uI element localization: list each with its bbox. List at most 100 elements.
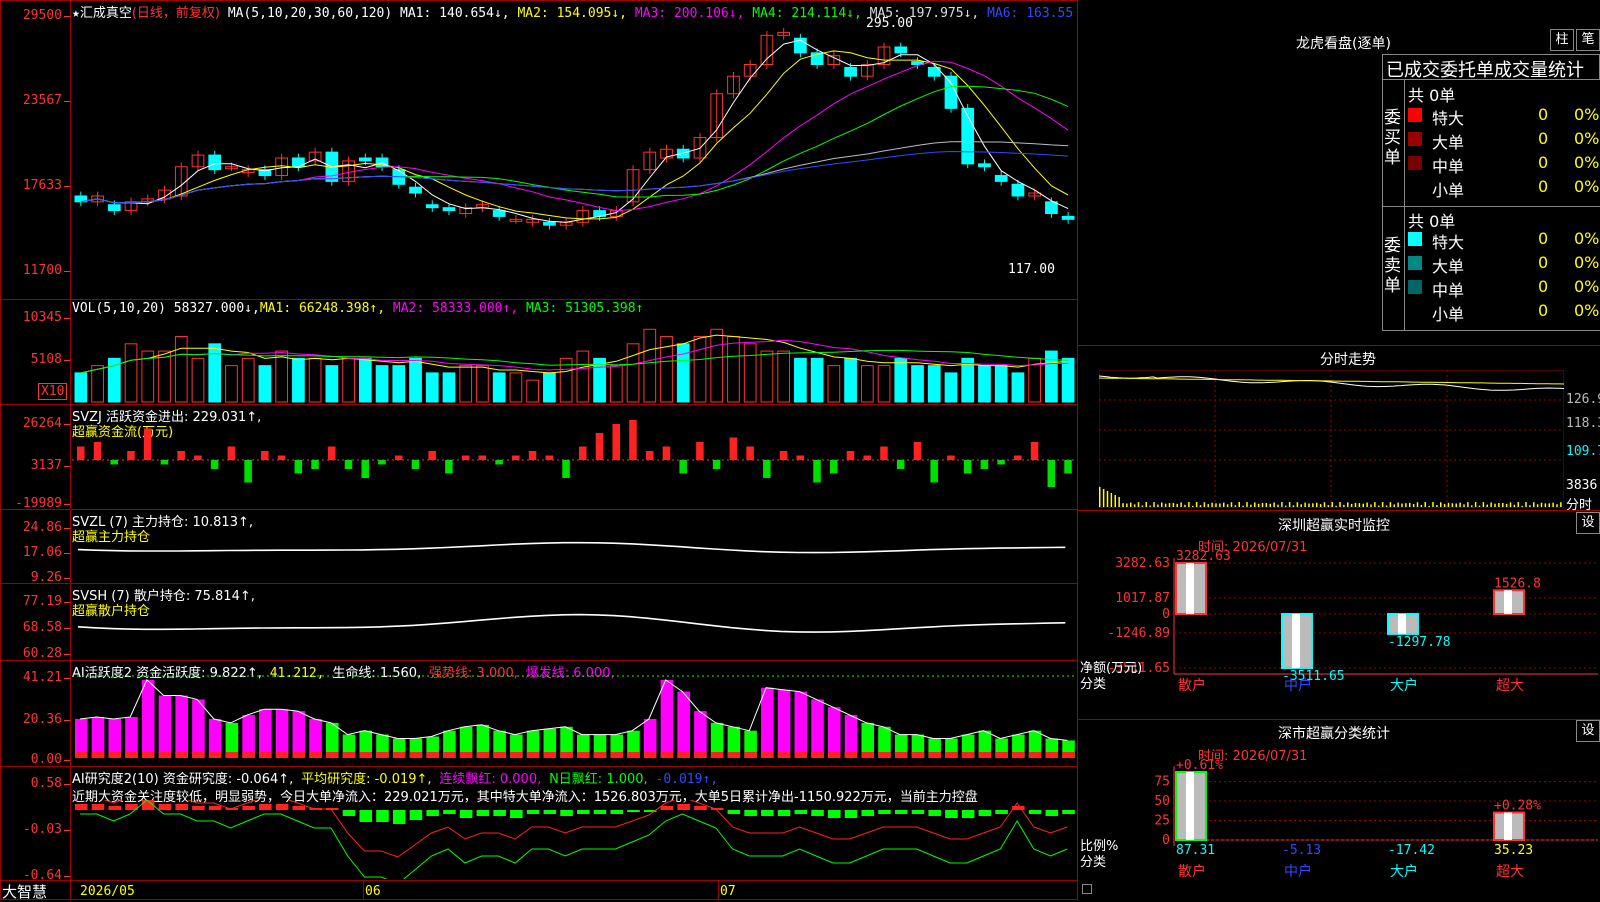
intraday-volume bbox=[1347, 502, 1349, 507]
flow-bar bbox=[562, 460, 570, 478]
intraday-volume bbox=[1409, 502, 1411, 507]
research-bar bbox=[861, 810, 875, 816]
activity-bar bbox=[275, 709, 289, 758]
intraday-volume bbox=[1106, 491, 1109, 507]
bar-value-label: -1297.78 bbox=[1388, 635, 1451, 650]
volume-bar bbox=[760, 350, 774, 403]
brand-logo[interactable]: 大智慧 bbox=[2, 881, 47, 902]
dragon-name: 特大 bbox=[1432, 109, 1465, 128]
volume-bar bbox=[409, 357, 422, 403]
research-bar bbox=[426, 810, 439, 816]
sz-monitor-title: 深圳超赢实时监控 bbox=[1278, 518, 1390, 534]
volume-bar bbox=[342, 357, 355, 403]
low-price-label: 117.00 bbox=[1008, 262, 1055, 277]
intraday-volume bbox=[1122, 503, 1124, 507]
dragon-row[interactable]: 中单 0 0% bbox=[1408, 276, 1600, 300]
y-tick-mark bbox=[64, 528, 70, 529]
intraday-volume bbox=[1265, 503, 1268, 507]
candlestick-chart[interactable] bbox=[72, 18, 1076, 298]
volume-bar bbox=[827, 365, 841, 403]
volume-bar bbox=[777, 350, 791, 403]
intraday-volume bbox=[1401, 503, 1403, 507]
bar-mode-button[interactable]: 柱 bbox=[1550, 29, 1574, 51]
pane-divider bbox=[0, 299, 1078, 300]
high-price-label: 295.00 bbox=[866, 16, 913, 31]
flow-bar bbox=[110, 460, 118, 465]
volume-bar bbox=[693, 336, 707, 403]
flow-bar bbox=[612, 424, 620, 460]
dragon-name: 中单 bbox=[1432, 281, 1465, 300]
research-bar bbox=[761, 810, 774, 816]
flow-bar bbox=[378, 460, 386, 465]
fund-flow-chart[interactable] bbox=[72, 420, 1076, 508]
dragon-row[interactable]: 特大 0 0% bbox=[1408, 104, 1600, 128]
activity-bar bbox=[175, 695, 188, 758]
panel-divider bbox=[1078, 719, 1600, 720]
retail-holding-chart[interactable] bbox=[72, 596, 1076, 659]
intraday-volume bbox=[1478, 505, 1481, 507]
dragon-row[interactable]: 大单 0 0% bbox=[1408, 128, 1600, 152]
flow-bar bbox=[277, 455, 286, 460]
intraday-volume bbox=[1304, 502, 1306, 507]
volume-bar bbox=[844, 357, 857, 403]
research-bar bbox=[275, 804, 289, 810]
intraday-tick-2: 109.7 bbox=[1566, 444, 1600, 459]
intraday-volume bbox=[1184, 504, 1186, 507]
volume-bar bbox=[978, 365, 991, 403]
intraday-volume bbox=[1308, 503, 1310, 507]
activity-chart[interactable] bbox=[72, 672, 1076, 760]
research-bar bbox=[1028, 810, 1042, 814]
intraday-volume bbox=[1288, 502, 1291, 507]
intraday-volume bbox=[1234, 505, 1237, 507]
activity-base bbox=[660, 752, 674, 758]
pane-divider bbox=[0, 583, 1078, 584]
candle-body bbox=[994, 175, 1008, 182]
volume-bar bbox=[459, 365, 473, 403]
intraday-volume bbox=[1161, 502, 1163, 507]
vol-ma2: MA2: 58333.000↑, bbox=[392, 301, 519, 316]
research-bar bbox=[794, 810, 808, 814]
bar-y-tick: -1246.89 bbox=[1107, 626, 1170, 641]
intraday-volume bbox=[1536, 504, 1539, 507]
research-bar bbox=[292, 806, 306, 810]
sz-monitor-chart[interactable]: 3282.631017.870-1246.89-3511.653282.63散户… bbox=[1078, 548, 1600, 720]
research-bar bbox=[744, 810, 757, 816]
dragon-row[interactable]: 特大 0 0% bbox=[1408, 228, 1600, 252]
vol-unit-badge[interactable]: X10 bbox=[38, 383, 68, 400]
y-tick-mark bbox=[64, 186, 70, 187]
pane-divider bbox=[0, 404, 1078, 405]
intraday-volume bbox=[1451, 503, 1454, 507]
bar-y-tick: 75 bbox=[1154, 775, 1170, 790]
dragon-row[interactable]: 大单 0 0% bbox=[1408, 252, 1600, 276]
flow-bar bbox=[595, 433, 604, 460]
activity-bar bbox=[141, 679, 155, 758]
research-chart[interactable] bbox=[72, 800, 1076, 879]
intraday-volume bbox=[1393, 504, 1395, 507]
sell-side-label: 委卖单 bbox=[1384, 236, 1401, 296]
dragon-row[interactable]: 中单 0 0% bbox=[1408, 152, 1600, 176]
dragon-row[interactable]: 小单 0 0% bbox=[1408, 300, 1600, 324]
sz-class-settings-button[interactable]: 设 bbox=[1576, 720, 1600, 742]
sz-class-chart[interactable]: 75 50 25 0 +0.61% 87.31 散户 -5.13 中户 -17.42 大户 +0.28… bbox=[1078, 758, 1600, 900]
y-tick-label: 26264 bbox=[22, 416, 62, 431]
main-holding-chart[interactable] bbox=[72, 526, 1076, 582]
bar-category-label: 散户 bbox=[1178, 677, 1206, 694]
tick-mode-button[interactable]: 笔 bbox=[1576, 29, 1600, 51]
dragon-row[interactable]: 小单 0 0% bbox=[1408, 176, 1600, 200]
activity-base bbox=[577, 752, 590, 758]
intraday-volume bbox=[1540, 502, 1543, 507]
bar-y-tick: 3282.63 bbox=[1115, 556, 1170, 571]
intraday-volume bbox=[1381, 502, 1384, 507]
candle-body bbox=[1061, 215, 1075, 220]
dragon-tab-label[interactable]: 已成交委托单成交量统计 bbox=[1386, 56, 1600, 82]
activity-base bbox=[292, 752, 306, 758]
y-tick-mark bbox=[64, 628, 70, 629]
intraday-chart[interactable] bbox=[1099, 370, 1564, 508]
bar-highlight bbox=[1398, 614, 1406, 634]
research-bar bbox=[108, 806, 122, 810]
sz-monitor-settings-button[interactable]: 设 bbox=[1576, 512, 1600, 534]
volume-bar bbox=[425, 372, 439, 403]
volume-chart[interactable] bbox=[72, 318, 1076, 403]
intraday-volume bbox=[1296, 502, 1299, 507]
flow-bar bbox=[1030, 442, 1039, 460]
